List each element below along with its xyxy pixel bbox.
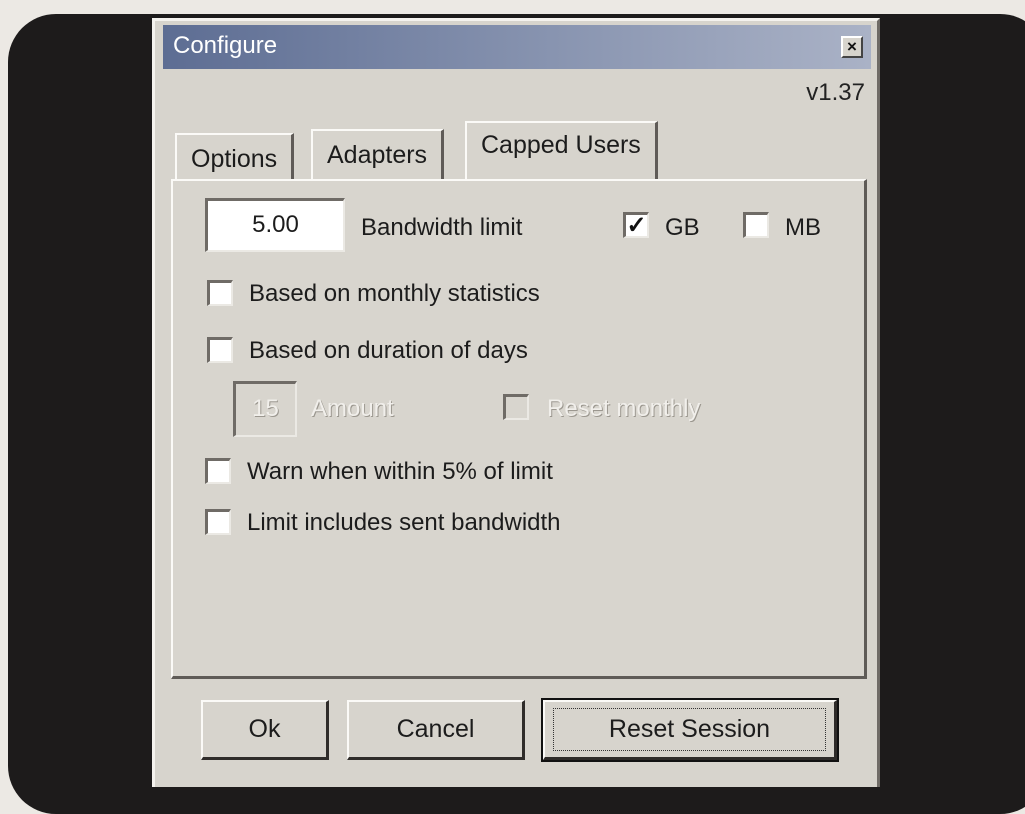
bandwidth-limit-label: Bandwidth limit: [361, 214, 523, 241]
window-title: Configure: [173, 32, 278, 59]
duration-days-label: Based on duration of days: [249, 337, 528, 364]
mb-label: MB: [785, 214, 821, 241]
warn-limit-label: Warn when within 5% of limit: [247, 458, 553, 485]
gb-checkbox[interactable]: ✓: [623, 212, 649, 238]
close-icon[interactable]: ×: [841, 36, 863, 58]
mb-checkbox[interactable]: [743, 212, 769, 238]
tab-capped-users[interactable]: Capped Users: [465, 121, 658, 179]
ok-button[interactable]: Ok: [201, 700, 329, 760]
reset-monthly-label: Reset monthly: [547, 395, 701, 422]
sent-bandwidth-label: Limit includes sent bandwidth: [247, 509, 561, 536]
configure-dialog: Configure × v1.37 Options Adapters Cappe…: [152, 18, 880, 787]
version-label: v1.37: [806, 79, 865, 106]
tab-options[interactable]: Options: [175, 133, 295, 179]
bandwidth-limit-input[interactable]: 5.00: [205, 198, 345, 252]
focus-rectangle: [553, 708, 826, 751]
duration-days-checkbox[interactable]: [207, 337, 233, 363]
warn-limit-checkbox[interactable]: [205, 458, 231, 484]
amount-input[interactable]: 15: [233, 381, 297, 437]
cancel-button[interactable]: Cancel: [347, 700, 525, 760]
sent-bandwidth-checkbox[interactable]: [205, 509, 231, 535]
monthly-stats-label: Based on monthly statistics: [249, 280, 540, 307]
gb-label: GB: [665, 214, 700, 241]
reset-session-button[interactable]: Reset Session: [541, 698, 839, 762]
amount-label: Amount: [311, 395, 394, 422]
monthly-stats-checkbox[interactable]: [207, 280, 233, 306]
title-bar[interactable]: Configure ×: [163, 25, 871, 69]
tab-adapters[interactable]: Adapters: [311, 129, 445, 179]
reset-monthly-checkbox[interactable]: [503, 394, 529, 420]
